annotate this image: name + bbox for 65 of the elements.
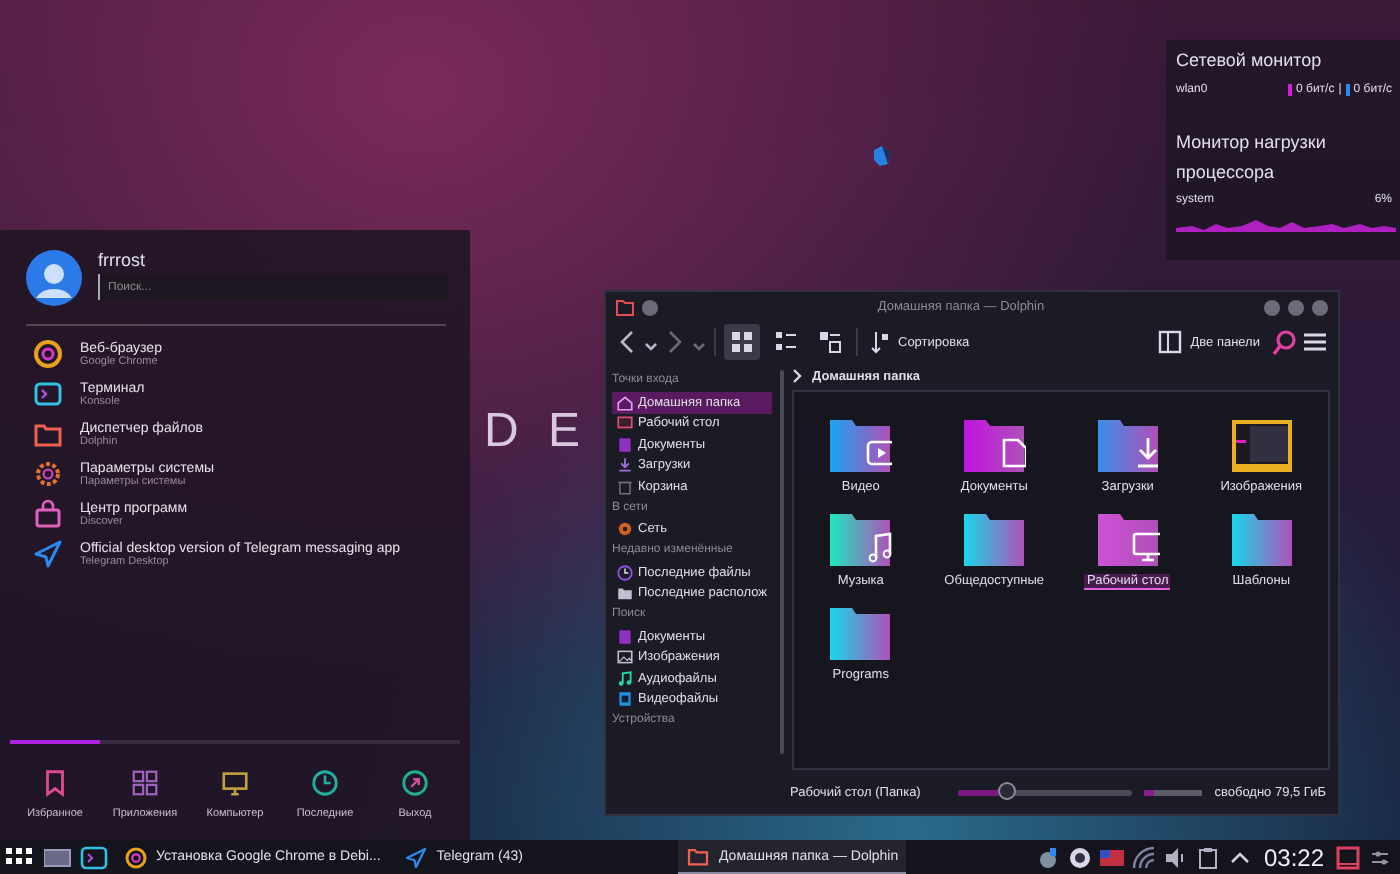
menu-icon[interactable]	[1304, 332, 1326, 352]
terminal-icon	[32, 378, 64, 410]
folder-icon[interactable]	[828, 508, 893, 568]
app-grid-icon[interactable]	[4, 845, 36, 869]
view-mode-button[interactable]	[724, 324, 760, 360]
house-icon	[616, 393, 634, 412]
widget-title: Монитор нагрузки процессора	[1176, 130, 1328, 186]
panel-settings-icon[interactable]	[1368, 845, 1392, 869]
shopping-bag-icon	[32, 498, 64, 530]
film-icon	[616, 690, 634, 709]
monitor-icon	[220, 768, 250, 798]
widget-title: Сетевой монитор	[1176, 50, 1324, 70]
folder-icon	[686, 844, 711, 868]
minimize-button[interactable]	[1264, 299, 1280, 315]
search-icon[interactable]	[1272, 329, 1296, 355]
clock-icon	[310, 768, 340, 798]
show-desktop-icon[interactable]	[1336, 845, 1360, 869]
document-icon	[616, 627, 634, 646]
folder-icon[interactable]	[828, 602, 893, 662]
slider-thumb[interactable]	[997, 781, 1016, 799]
folder-icon[interactable]	[1095, 508, 1160, 568]
folder-icon	[616, 584, 634, 603]
sort-icon	[870, 330, 890, 354]
trash-icon	[616, 477, 634, 496]
download-icon	[616, 456, 634, 475]
crystal-drawing	[872, 144, 892, 168]
terminal-icon[interactable]	[80, 845, 108, 869]
exit-icon	[400, 768, 430, 798]
folder-icon[interactable]	[962, 508, 1027, 568]
folder-icon[interactable]	[828, 414, 893, 474]
clock[interactable]: 03:22	[1263, 843, 1324, 871]
pin-button[interactable]	[642, 299, 658, 315]
bookmark-icon	[40, 768, 70, 798]
gear-icon	[32, 458, 64, 490]
compact-view-icon	[774, 330, 798, 354]
ring-icon	[124, 845, 148, 869]
image-folder-icon[interactable]	[1229, 414, 1294, 474]
close-button[interactable]	[1312, 299, 1328, 315]
document-icon	[616, 435, 634, 454]
pager-icon[interactable]	[44, 847, 72, 867]
folder-icon	[616, 299, 634, 315]
paper-plane-icon	[32, 538, 64, 570]
avatar	[26, 250, 82, 306]
ring-icon	[32, 338, 64, 370]
folder-icon[interactable]	[1229, 508, 1294, 568]
clock-icon	[616, 563, 634, 582]
folder-icon[interactable]	[1095, 414, 1160, 474]
upload-bar-icon	[1345, 84, 1350, 96]
clipboard-icon[interactable]	[1195, 845, 1220, 869]
details-view-icon	[818, 330, 842, 354]
monitor-icon	[616, 414, 634, 433]
wallpaper-lettering: D E	[484, 404, 589, 460]
maximize-button[interactable]	[1288, 299, 1304, 315]
image-icon	[616, 648, 634, 667]
split-view-icon	[1158, 330, 1183, 354]
grid-icon	[130, 768, 160, 798]
back-icon[interactable]	[618, 330, 636, 354]
user-name: frrrost	[98, 250, 147, 270]
wifi-icon[interactable]	[1131, 845, 1156, 869]
paper-plane-icon	[404, 845, 429, 869]
music-note-icon	[616, 669, 634, 688]
icon-view-icon	[730, 330, 754, 354]
folder-icon[interactable]	[962, 414, 1027, 474]
chevron-icon	[792, 368, 804, 384]
speaker-icon[interactable]	[1163, 845, 1188, 869]
